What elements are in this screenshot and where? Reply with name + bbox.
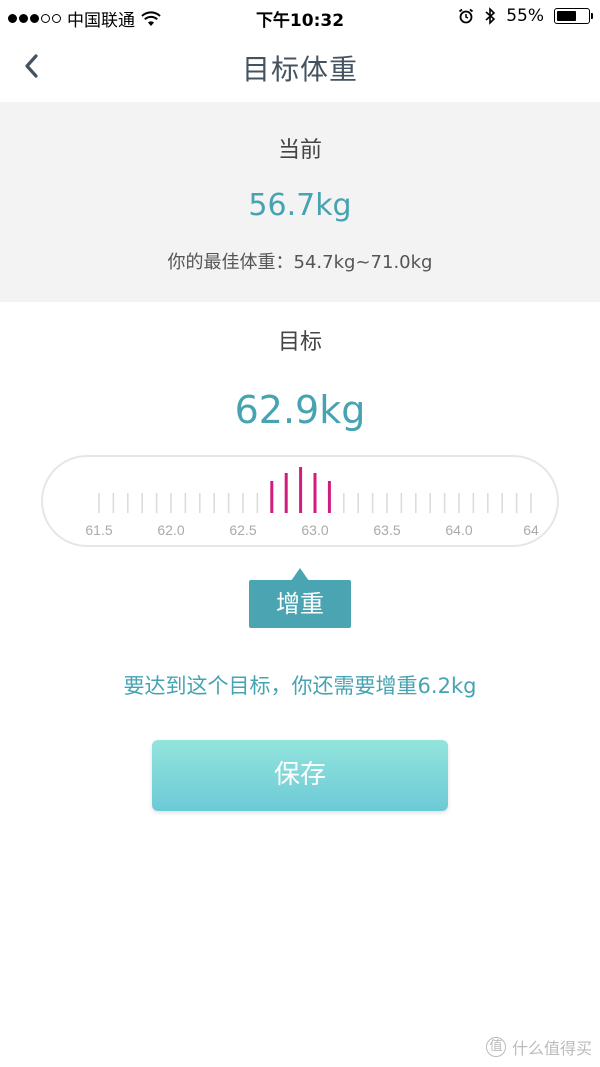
watermark-text: 什么值得买 [511,1039,592,1058]
current-weight-value: 56.7kg [248,188,352,223]
battery-icon [554,8,593,24]
battery-percent: 55% [506,6,544,26]
badge-label: 增重 [249,580,351,628]
target-weight-label: 目标 [277,330,322,355]
goal-hint-text: 要达到这个目标，你还需要增重6.2kg [123,674,477,698]
watermark-logo-icon: 值 [485,1037,506,1057]
status-bar: 中国联通 下午10:32 55% [0,0,600,34]
target-weight-value: 62.9kg [234,388,366,432]
ruler-scale[interactable]: 61.5 62.0 62.5 63.0 63.5 64.0 64 [43,457,557,545]
navigation-bar: 目标体重 [0,34,600,100]
status-right: 55% [458,6,593,26]
best-weight-range: 你的最佳体重：54.7kg~71.0kg [167,252,433,273]
current-weight-label: 当前 [277,138,322,163]
ruler-tick-label: 64 [523,522,539,538]
weight-change-badge: 增重 [249,568,351,630]
watermark: 值 什么值得买 [485,1035,592,1059]
ruler-tick-label: 63.5 [373,522,400,538]
current-weight-panel: 当前 56.7kg 你的最佳体重：54.7kg~71.0kg [0,102,600,302]
alarm-icon [459,8,474,24]
ruler-tick-label: 61.5 [85,522,112,538]
ruler-tick-label: 63.0 [301,522,328,538]
weight-ruler-slider[interactable]: 61.5 62.0 62.5 63.0 63.5 64.0 64 [41,455,559,547]
ruler-tick-label: 62.5 [229,522,256,538]
ruler-tick-label: 64.0 [445,522,472,538]
bluetooth-icon [485,7,496,25]
save-button[interactable]: 保存 [152,740,448,811]
page-title: 目标体重 [241,53,358,86]
ruler-tick-label: 62.0 [157,522,184,538]
